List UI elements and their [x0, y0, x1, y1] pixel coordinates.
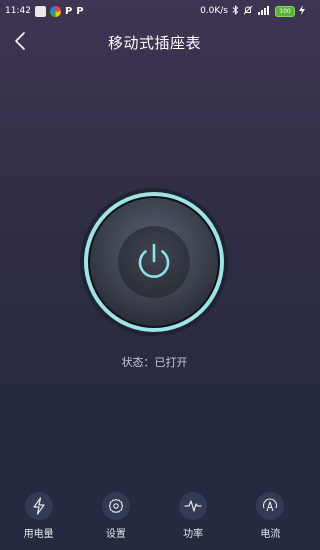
lightning-icon [24, 492, 53, 520]
nav-label: 设置 [105, 529, 126, 540]
power-state-text: 状态：已打开 [121, 356, 188, 369]
nav-label: 功率 [183, 529, 204, 540]
page-title: 移动式插座表 [107, 34, 201, 52]
power-toggle-button[interactable] [79, 187, 229, 337]
network-speed: 0.0K/s [200, 6, 228, 16]
header: 移动式插座表 [0, 26, 309, 56]
pulse-icon [179, 492, 208, 520]
app-icon-grey [34, 5, 46, 17]
alarm-off-icon [243, 5, 253, 18]
status-time: 11:42 [5, 6, 31, 16]
status-bar: 11:42 P P 0.0K/s 100 [0, 0, 309, 22]
current-a-icon [256, 492, 285, 520]
nav-item-power[interactable]: 功率 [163, 484, 223, 540]
bluetooth-icon [232, 4, 239, 18]
nav-label: 电流 [260, 529, 281, 540]
signal-icon [257, 5, 271, 18]
gear-icon [101, 492, 130, 520]
charging-icon [299, 4, 305, 18]
battery-icon: 100 [275, 5, 295, 17]
nav-label: 用电量 [23, 529, 54, 540]
p-icon: P [76, 5, 84, 17]
bottom-nav: 用电量 设置 功率 电流 [0, 484, 309, 550]
p-icon: P [64, 5, 73, 17]
nav-item-current[interactable]: 电流 [240, 484, 300, 540]
app-icon-colorful [49, 5, 61, 17]
nav-item-usage[interactable]: 用电量 [9, 484, 69, 540]
nav-item-settings[interactable]: 设置 [86, 484, 146, 540]
